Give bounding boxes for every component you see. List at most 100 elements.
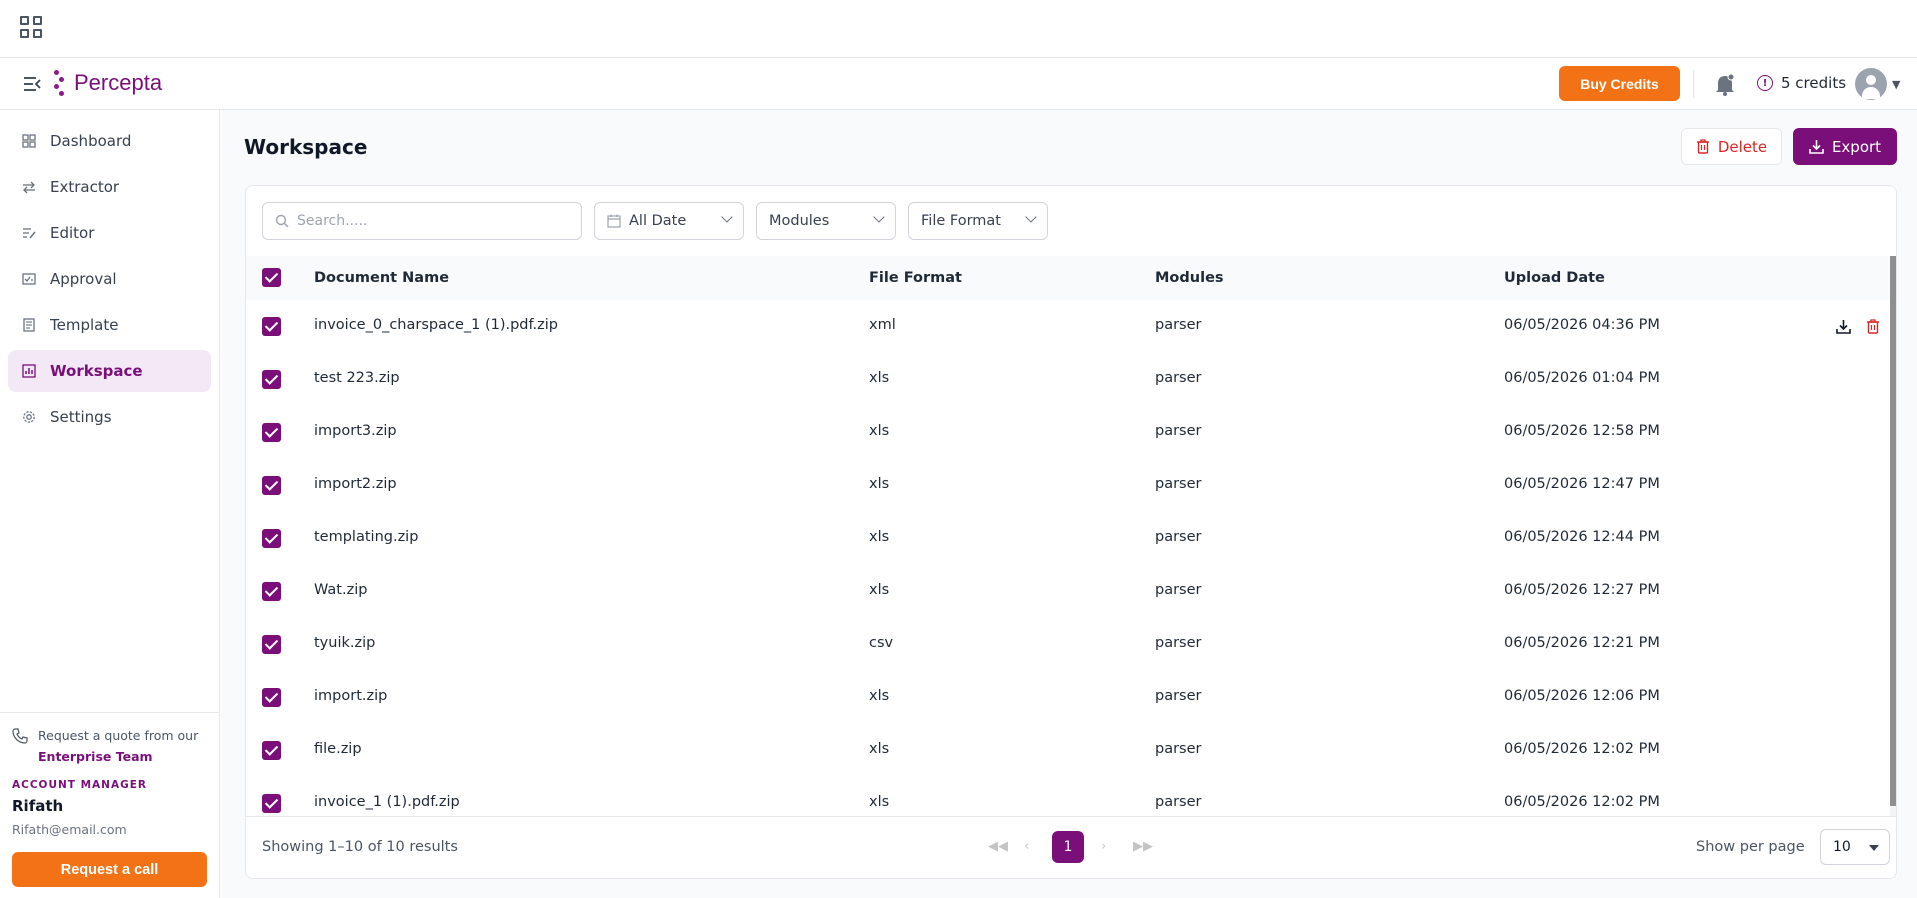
column-header-upload-date[interactable]: Upload Date xyxy=(1504,270,1605,286)
table-row[interactable]: import3.zip xls parser 06/05/2026 12:58 PM xyxy=(246,406,1896,459)
cell-module: parser xyxy=(1155,688,1202,704)
notification-bell-icon[interactable] xyxy=(1714,72,1736,96)
results-summary: Showing 1–10 of 10 results xyxy=(262,839,458,855)
row-checkbox[interactable] xyxy=(262,529,281,548)
table-row[interactable]: Wat.zip xls parser 06/05/2026 12:27 PM xyxy=(246,565,1896,618)
header-divider xyxy=(1693,70,1694,98)
modules-filter-select[interactable]: Modules xyxy=(756,202,896,240)
app-grid-icon[interactable] xyxy=(20,16,42,38)
cell-file-format: xls xyxy=(869,794,890,810)
dashboard-icon xyxy=(22,134,36,148)
table-row[interactable]: templating.zip xls parser 06/05/2026 12:44 … xyxy=(246,512,1896,565)
page-button-current[interactable]: 1 xyxy=(1052,831,1084,863)
credits-indicator[interactable]: ! 5 credits xyxy=(1757,74,1846,92)
table-row[interactable]: tyuik.zip csv parser 06/05/2026 12:21 PM xyxy=(246,618,1896,671)
trash-icon xyxy=(1696,139,1709,154)
quote-text: Request a quote from our xyxy=(38,728,199,743)
sidebar-item-editor[interactable]: Editor xyxy=(8,212,211,254)
cell-upload-date: 06/05/2026 12:27 PM xyxy=(1504,582,1660,598)
cell-module: parser xyxy=(1155,741,1202,757)
column-header-document-name[interactable]: Document Name xyxy=(314,270,449,286)
cell-module: parser xyxy=(1155,529,1202,545)
sidebar-item-extractor[interactable]: Extractor xyxy=(8,166,211,208)
phone-icon xyxy=(12,728,28,744)
search-icon xyxy=(275,214,289,228)
row-checkbox[interactable] xyxy=(262,741,281,760)
cell-module: parser xyxy=(1155,423,1202,439)
date-filter-select[interactable]: All Date xyxy=(594,202,744,240)
main-content: Workspace Delete Export All Date Modules… xyxy=(221,110,1917,898)
sidebar: Dashboard Extractor Editor Approval Temp… xyxy=(0,110,220,898)
chevron-down-icon xyxy=(873,211,885,223)
scrollbar-thumb[interactable] xyxy=(1890,256,1896,806)
row-checkbox[interactable] xyxy=(262,370,281,389)
row-checkbox[interactable] xyxy=(262,423,281,442)
sidebar-footer: Request a quote from our Enterprise Team… xyxy=(0,712,220,898)
cell-module: parser xyxy=(1155,370,1202,386)
prev-page-icon[interactable]: ‹ xyxy=(1024,839,1029,854)
file-format-filter-select[interactable]: File Format xyxy=(908,202,1048,240)
buy-credits-button[interactable]: Buy Credits xyxy=(1559,66,1680,101)
per-page-value: 10 xyxy=(1833,839,1851,855)
cell-document-name: import3.zip xyxy=(314,423,397,439)
cell-document-name: invoice_1 (1).pdf.zip xyxy=(314,794,460,810)
request-call-button[interactable]: Request a call xyxy=(12,852,207,887)
sidebar-item-dashboard[interactable]: Dashboard xyxy=(8,120,211,162)
app-logo[interactable]: Percepta xyxy=(52,70,162,96)
row-checkbox[interactable] xyxy=(262,688,281,707)
cell-document-name: import2.zip xyxy=(314,476,397,492)
cell-document-name: invoice_0_charspace_1 (1).pdf.zip xyxy=(314,317,559,333)
search-input[interactable] xyxy=(297,213,567,229)
menu-collapse-icon[interactable] xyxy=(22,74,42,94)
row-checkbox[interactable] xyxy=(262,476,281,495)
workspace-icon xyxy=(22,364,36,378)
sidebar-item-workspace[interactable]: Workspace xyxy=(8,350,211,392)
chevron-down-icon xyxy=(1025,211,1037,223)
next-page-icon[interactable]: › xyxy=(1101,839,1106,854)
cell-module: parser xyxy=(1155,476,1202,492)
documents-card: All Date Modules File Format Document Na… xyxy=(245,185,1897,879)
cell-document-name: Wat.zip xyxy=(314,582,368,598)
cell-document-name: tyuik.zip xyxy=(314,635,376,651)
cell-file-format: xls xyxy=(869,582,890,598)
cell-file-format: xls xyxy=(869,370,890,386)
table-row[interactable]: import.zip xls parser 06/05/2026 12:06 PM xyxy=(246,671,1896,724)
account-manager-name: Rifath xyxy=(12,797,64,815)
cell-upload-date: 06/05/2026 01:04 PM xyxy=(1504,370,1660,386)
select-all-checkbox[interactable] xyxy=(262,268,281,287)
table-row[interactable]: file.zip xls parser 06/05/2026 12:02 PM xyxy=(246,724,1896,777)
export-button[interactable]: Export xyxy=(1793,128,1897,165)
editor-icon xyxy=(23,228,36,239)
page-title: Workspace xyxy=(244,135,368,159)
table-row[interactable]: test 223.zip xls parser 06/05/2026 01:04 PM xyxy=(246,353,1896,406)
delete-label: Delete xyxy=(1717,137,1768,156)
delete-button[interactable]: Delete xyxy=(1681,128,1782,165)
gear-icon xyxy=(23,411,35,423)
sidebar-item-settings[interactable]: Settings xyxy=(8,396,211,438)
cell-module: parser xyxy=(1155,317,1202,333)
row-checkbox[interactable] xyxy=(262,635,281,654)
row-checkbox[interactable] xyxy=(262,317,281,336)
table-row[interactable]: import2.zip xls parser 06/05/2026 12:47 PM xyxy=(246,459,1896,512)
first-page-icon[interactable]: ◀◀ xyxy=(988,839,1008,854)
date-filter-value: All Date xyxy=(629,213,687,229)
row-checkbox[interactable] xyxy=(262,582,281,601)
column-header-modules[interactable]: Modules xyxy=(1155,270,1224,286)
chevron-down-icon[interactable]: ▼ xyxy=(1892,78,1900,91)
column-header-file-format[interactable]: File Format xyxy=(869,270,962,286)
user-avatar[interactable] xyxy=(1855,68,1887,100)
row-trash-icon[interactable] xyxy=(1862,315,1884,337)
search-box[interactable] xyxy=(262,202,582,240)
sidebar-item-template[interactable]: Template xyxy=(8,304,211,346)
calendar-icon xyxy=(607,214,621,228)
per-page-select[interactable]: 10 xyxy=(1820,829,1890,865)
sidebar-item-approval[interactable]: Approval xyxy=(8,258,211,300)
row-checkbox[interactable] xyxy=(262,794,281,813)
last-page-icon[interactable]: ▶▶ xyxy=(1133,839,1153,854)
cell-file-format: csv xyxy=(869,635,894,651)
row-download-icon[interactable] xyxy=(1832,315,1854,337)
cell-document-name: file.zip xyxy=(314,741,362,757)
info-icon: ! xyxy=(1757,75,1773,91)
table-row[interactable]: invoice_0_charspace_1 (1).pdf.zip xml pars… xyxy=(246,300,1896,353)
enterprise-team-link[interactable]: Enterprise Team xyxy=(38,746,198,767)
